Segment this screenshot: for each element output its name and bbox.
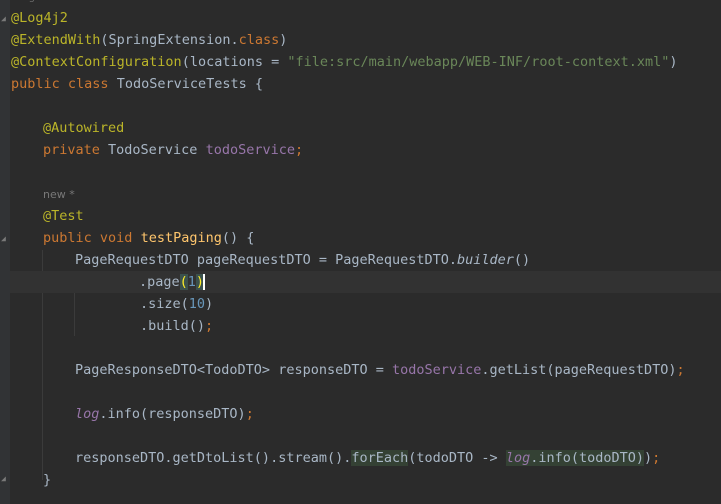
- field-todoservice: todoService: [205, 142, 295, 158]
- code-line-3[interactable]: @ContextConfiguration(locations = "file:…: [11, 51, 678, 73]
- code-line-14[interactable]: .size(10): [140, 293, 213, 315]
- code-line-12[interactable]: PageRequestDTO pageRequestDTO = PageRequ…: [75, 249, 530, 271]
- keyword-private: private: [43, 142, 100, 158]
- code-token: .page: [139, 274, 180, 290]
- code-token: ;: [652, 450, 661, 466]
- code-line-21[interactable]: responseDTO.getDtoList().stream().forEac…: [75, 447, 660, 469]
- code-line-1[interactable]: @Log4j2: [11, 7, 68, 29]
- field-todoservice: todoService: [391, 362, 482, 378]
- class-name: TodoServiceTests {: [108, 76, 263, 92]
- code-token: ;: [205, 318, 214, 334]
- code-line-10[interactable]: @Test: [43, 205, 84, 227]
- code-token: ): [644, 450, 653, 466]
- keyword-void: void: [99, 230, 133, 246]
- code-token: ): [205, 296, 214, 312]
- code-line-15[interactable]: .build();: [140, 315, 213, 337]
- code-token: .build(): [140, 318, 206, 334]
- code-token: responseDTO.getDtoList().stream(): [75, 450, 344, 466]
- fold-marker-icon[interactable]: ◢: [1, 14, 8, 23]
- code-line-9[interactable]: new *: [43, 183, 75, 205]
- code-line-13-current[interactable]: .page(1): [10, 271, 721, 293]
- number-literal: 1: [187, 274, 196, 290]
- code-line-2[interactable]: @ExtendWith(SpringExtension.class): [11, 29, 287, 51]
- keyword-class: class: [238, 32, 280, 48]
- closing-brace: }: [43, 472, 52, 488]
- code-token: TodoService: [99, 142, 206, 158]
- annotation-test: @Test: [43, 208, 84, 224]
- code-token: SpringExtension: [108, 32, 231, 48]
- matched-paren: (: [179, 274, 188, 290]
- code-line-6[interactable]: @Autowired: [43, 117, 124, 139]
- editor-gutter[interactable]: [0, 0, 10, 504]
- number-literal: 10: [188, 296, 206, 312]
- code-token: (: [100, 32, 109, 48]
- author-hint[interactable]: new *: [43, 188, 75, 201]
- string-literal: "file:src/main/webapp/WEB-INF/root-conte…: [287, 54, 670, 70]
- keyword-public: public: [43, 230, 92, 246]
- fold-marker-icon[interactable]: ◢: [1, 234, 8, 243]
- field-log: log: [75, 406, 100, 422]
- static-method-builder: builder: [457, 252, 514, 268]
- code-line-22[interactable]: }: [43, 469, 51, 491]
- code-token: ): [669, 54, 678, 70]
- code-token: ;: [294, 142, 304, 158]
- code-line-11[interactable]: public void testPaging() {: [43, 227, 254, 249]
- fold-marker-icon[interactable]: ◢: [1, 474, 8, 483]
- code-token: ;: [676, 362, 685, 378]
- annotation-contextconfiguration: @ContextConfiguration: [11, 54, 182, 70]
- code-token: () {: [221, 230, 255, 246]
- code-editor[interactable]: ◢ ◢ ◢ usages @Log4j2 @ExtendWith(SpringE…: [0, 0, 721, 504]
- text-caret: [203, 274, 206, 290]
- code-token: PageRequestDTO pageRequestDTO = PageRequ…: [75, 252, 458, 268]
- code-token: .: [230, 32, 239, 48]
- code-token: PageResponseDTO<TodoDTO> responseDTO =: [75, 362, 392, 378]
- code-token: ;: [245, 406, 254, 422]
- code-token: ): [279, 32, 288, 48]
- field-log: log: [505, 450, 531, 466]
- code-token: (locations =: [181, 54, 288, 70]
- code-token: (): [513, 252, 531, 268]
- annotation-log4j2: @Log4j2: [11, 10, 68, 26]
- keyword-class: class: [67, 76, 109, 92]
- method-foreach-highlighted: forEach: [351, 450, 409, 466]
- annotation-extendwith: @ExtendWith: [11, 32, 101, 48]
- code-token: .getList(pageRequestDTO): [481, 362, 677, 378]
- code-token: (todoDTO ->: [408, 450, 506, 466]
- method-name: testPaging: [140, 230, 222, 246]
- code-line-4[interactable]: public class TodoServiceTests {: [11, 73, 263, 95]
- code-token: .size(: [140, 296, 189, 312]
- code-line-19[interactable]: log.info(responseDTO);: [75, 403, 254, 425]
- annotation-autowired: @Autowired: [43, 120, 125, 136]
- code-line-7[interactable]: private TodoService todoService;: [43, 139, 303, 161]
- code-token: .info(responseDTO): [99, 406, 246, 422]
- keyword-public: public: [11, 76, 60, 92]
- code-token: .info(todoDTO): [530, 450, 644, 466]
- code-line-17[interactable]: PageResponseDTO<TodoDTO> responseDTO = t…: [75, 359, 685, 381]
